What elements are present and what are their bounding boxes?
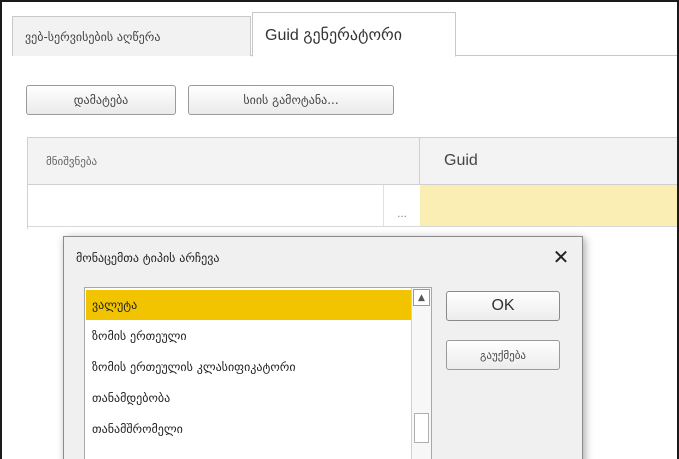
tab-web-services[interactable]: ვებ-სერვისების აღწერა [12, 16, 251, 56]
ok-button[interactable]: OK [446, 291, 560, 321]
scrollbar-thumb[interactable] [414, 413, 429, 443]
close-icon[interactable]: ✕ [550, 245, 572, 269]
list-item[interactable]: თანამშრომელი [86, 414, 411, 444]
table-row[interactable]: ... [28, 185, 677, 227]
main-window: ვებ-სერვისების აღწერა Guid გენერატორი და… [0, 0, 679, 459]
guid-table: მნიშვნება Guid ... [27, 137, 677, 229]
tab-bar: ვებ-სერვისების აღწერა Guid გენერატორი [12, 10, 677, 57]
list-item[interactable]: ზომის ერთეულის კლასიფიკატორი [86, 352, 411, 382]
list-item[interactable]: ვალუტა [86, 290, 411, 320]
data-type-list[interactable]: ვალუტა ზომის ერთეული ზომის ერთეულის კლას… [84, 287, 432, 459]
select-value-button[interactable]: ... [384, 185, 420, 226]
column-header-guid[interactable]: Guid [420, 138, 677, 184]
scroll-up-arrow-icon[interactable]: ▲ [413, 289, 430, 306]
list-scrollbar[interactable]: ▲ [411, 288, 431, 459]
list-item[interactable]: თანამდებობა [86, 383, 411, 413]
tab-guid-generator[interactable]: Guid გენერატორი [252, 12, 456, 57]
data-type-dialog: მონაცემთა ტიპის არჩევა ✕ ვალუტა ზომის ერ… [63, 236, 583, 459]
value-cell[interactable] [28, 185, 384, 226]
dialog-title: მონაცემთა ტიპის არჩევა [76, 251, 220, 265]
column-header-value[interactable]: მნიშვნება [28, 138, 420, 184]
guid-cell[interactable] [420, 185, 677, 226]
table-header: მნიშვნება Guid [28, 137, 677, 185]
output-list-button[interactable]: სიის გამოტანა... [188, 85, 394, 115]
add-button[interactable]: დამატება [26, 85, 176, 115]
list-item[interactable]: ზომის ერთეული [86, 321, 411, 351]
cancel-button[interactable]: გაუქმება [446, 340, 560, 370]
